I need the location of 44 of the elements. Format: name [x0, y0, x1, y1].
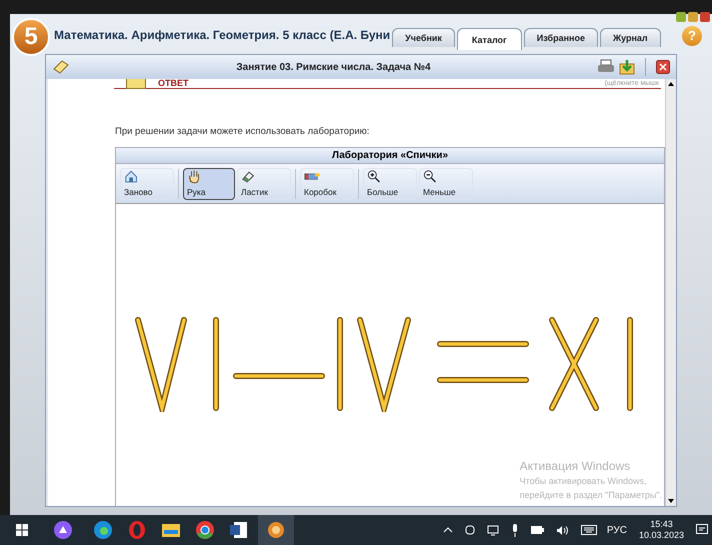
app-icon — [267, 521, 285, 539]
tab[interactable]: Журнал — [600, 28, 661, 47]
battery-icon[interactable] — [530, 526, 544, 534]
app-title: Математика. Арифметика. Геометрия. 5 класс (Е.А. Буни — [54, 27, 390, 44]
tool-button[interactable]: Рука — [183, 168, 235, 200]
instruction-text: При решении задачи можете использовать лабораторию: — [115, 125, 370, 139]
answer-heading[interactable]: ОТВЕТ — [158, 79, 188, 88]
document-app-icon[interactable] — [230, 521, 248, 539]
chevron-up-icon[interactable] — [442, 527, 453, 533]
folder-icon[interactable] — [162, 522, 180, 538]
microphone-icon[interactable] — [510, 524, 519, 536]
download-icon[interactable] — [619, 59, 635, 75]
tool-button[interactable]: Больше — [363, 168, 417, 200]
tool-button[interactable]: Ластик — [237, 168, 291, 200]
assistant-icon[interactable] — [54, 521, 72, 539]
activation-text: Чтобы активировать Windows, — [520, 475, 648, 488]
house-icon — [124, 168, 140, 184]
close-icon[interactable] — [656, 60, 670, 74]
lesson-title: Занятие 03. Римские числа. Задача №4 — [235, 60, 432, 74]
bookmark-icon — [126, 79, 146, 89]
clock-date[interactable]: 10.03.2023 — [638, 530, 684, 541]
browser-icon[interactable] — [94, 521, 112, 539]
lab-title: Лаборатория «Спички» — [116, 148, 664, 164]
tab[interactable]: Каталог — [456, 28, 522, 50]
print-icon[interactable] — [597, 59, 615, 75]
tool-button[interactable]: Заново — [120, 168, 174, 200]
windows-start-icon[interactable] — [16, 524, 28, 536]
tool-button[interactable]: Меньше — [419, 168, 473, 200]
grade-badge: 5 — [12, 18, 50, 56]
keyboard-icon[interactable] — [580, 525, 597, 535]
tab[interactable]: Учебник — [392, 28, 455, 47]
browser-icon[interactable] — [196, 521, 214, 539]
active-app-button[interactable] — [258, 515, 294, 545]
activation-text: перейдите в раздел "Параметры". — [520, 488, 662, 502]
language-indicator[interactable]: РУС — [606, 522, 627, 538]
tab[interactable]: Избранное — [524, 28, 598, 47]
scroll-down-icon[interactable] — [668, 499, 674, 503]
activation-title: Активация Windows — [520, 458, 632, 475]
notebook-icon — [52, 59, 70, 75]
speaker-icon[interactable] — [556, 524, 569, 536]
scroll-up-icon[interactable] — [668, 82, 674, 86]
clock-time[interactable]: 15:43 — [650, 519, 673, 530]
notification-icon[interactable] — [696, 524, 708, 536]
tool-button[interactable]: Коробок — [300, 168, 354, 200]
